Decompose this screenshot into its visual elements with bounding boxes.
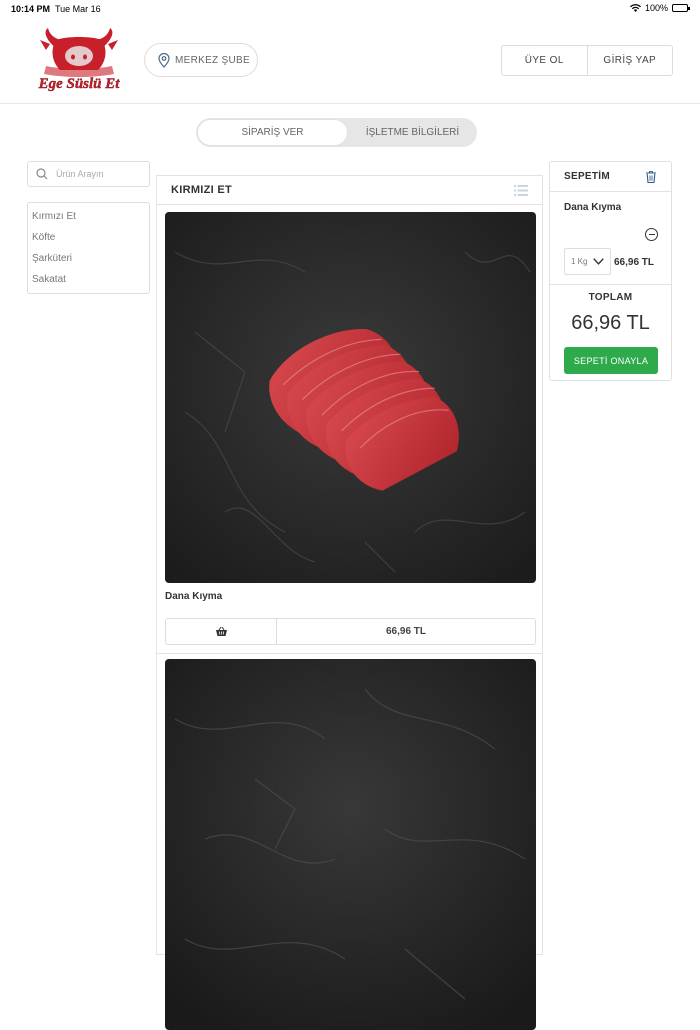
chevron-down-icon — [593, 258, 605, 265]
category-item-kirmizi-et[interactable]: Kırmızı Et — [32, 211, 149, 232]
product-panel-header: KIRMIZI ET — [157, 176, 542, 205]
quantity-select[interactable]: 1 Kg — [564, 248, 611, 275]
list-view-icon[interactable] — [514, 184, 528, 196]
battery-icon — [672, 4, 690, 12]
basket-icon — [215, 627, 227, 636]
wifi-icon — [629, 4, 641, 12]
product-image[interactable] — [165, 212, 536, 583]
tab-business-info[interactable]: İŞLETME BİLGİLERİ — [348, 118, 477, 147]
basket-divider — [550, 284, 671, 285]
basket-title: SEPETİM — [564, 171, 610, 182]
status-time: 10:14 PM — [11, 4, 51, 14]
category-item-sakatat[interactable]: Sakatat — [32, 274, 149, 295]
basket-item-price: 66,96 TL — [614, 257, 655, 268]
confirm-basket-button[interactable]: SEPETİ ONAYLA — [564, 347, 658, 374]
status-date: Tue Mar 16 — [55, 4, 101, 14]
total-value: 66,96 TL — [571, 312, 650, 334]
brand-logo[interactable]: Ege Süslü Et — [26, 26, 132, 96]
product-divider — [157, 653, 542, 654]
login-button[interactable]: GİRİŞ YAP — [588, 46, 673, 75]
search-icon — [36, 168, 48, 180]
brand-logo-text: Ege Süslü Et — [38, 76, 121, 92]
total-label: TOPLAM — [588, 292, 633, 303]
battery-percent: 100% — [644, 3, 668, 13]
status-bar: 10:14 PM Tue Mar 16 100% — [0, 0, 700, 18]
product-image[interactable] — [165, 659, 536, 1030]
product-search[interactable] — [27, 161, 150, 187]
status-right: 100% — [629, 3, 690, 13]
remove-item-button[interactable] — [645, 228, 658, 241]
trash-icon[interactable] — [646, 170, 656, 183]
category-item-sarkuteri[interactable]: Şarküteri — [32, 253, 149, 274]
product-price: 66,96 TL — [385, 626, 427, 637]
quantity-value: 1 Kg — [571, 257, 588, 266]
add-to-basket-button[interactable] — [166, 619, 277, 644]
branch-label: MERKEZ ŞUBE — [175, 54, 250, 66]
product-panel: KIRMIZI ET Dana Kıyma 66,96 TL — [156, 175, 543, 1030]
auth-buttons: ÜYE OL GİRİŞ YAP — [501, 45, 673, 76]
location-pin-icon — [158, 52, 170, 68]
register-button[interactable]: ÜYE OL — [502, 46, 588, 75]
basket-item-name: Dana Kıyma — [564, 202, 622, 213]
top-header: Ege Süslü Et MERKEZ ŞUBE ÜYE OL GİRİŞ YA… — [0, 18, 700, 104]
product-actions: 66,96 TL — [165, 618, 536, 645]
section-title: KIRMIZI ET — [171, 184, 233, 196]
branch-selector-button[interactable]: MERKEZ ŞUBE — [144, 43, 258, 77]
basket-panel: SEPETİM Dana Kıyma 1 Kg 66,96 TL TOPLAM … — [549, 161, 672, 381]
mode-segmented-control: SİPARİŞ VER İŞLETME BİLGİLERİ — [196, 118, 477, 147]
search-input[interactable] — [56, 169, 136, 179]
product-name: Dana Kıyma — [165, 591, 223, 602]
category-list: Kırmızı Et Köfte Şarküteri Sakatat — [27, 202, 150, 294]
category-item-kofte[interactable]: Köfte — [32, 232, 149, 253]
basket-header: SEPETİM — [550, 162, 671, 192]
tab-order[interactable]: SİPARİŞ VER — [197, 119, 348, 146]
